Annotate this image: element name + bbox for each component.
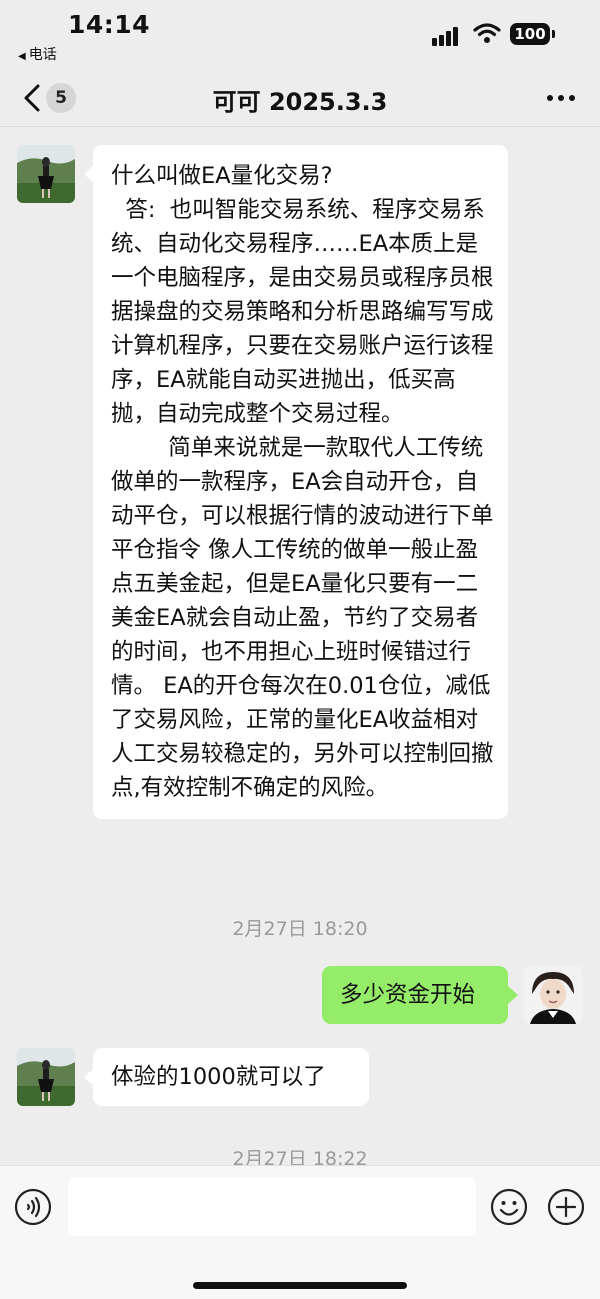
message-bubble-outgoing[interactable]: 多少资金开始 [322, 966, 508, 1024]
contact-avatar[interactable] [17, 145, 75, 203]
chat-title: 可可 2025.3.3 [212, 88, 388, 116]
message-text: 什么叫做EA量化交易? 答: 也叫智能交易系统、程序交易系统、自动化交易程序……… [111, 163, 494, 801]
wifi-icon [473, 23, 501, 43]
cellular-signal-icon [432, 26, 462, 46]
back-to-app-link[interactable]: ◀ 电话 [18, 44, 57, 64]
emoji-icon[interactable] [490, 1188, 528, 1226]
battery-nub [552, 30, 555, 38]
back-app-label: 电话 [28, 47, 57, 63]
message-bubble-incoming[interactable]: 什么叫做EA量化交易? 答: 也叫智能交易系统、程序交易系统、自动化交易程序……… [93, 145, 508, 819]
message-bubble-incoming[interactable]: 体验的1000就可以了 [93, 1048, 369, 1106]
back-triangle-icon: ◀ [18, 51, 26, 62]
plus-icon[interactable] [547, 1188, 585, 1226]
status-bar: 14:14 ◀ 电话 100 [0, 0, 600, 70]
contact-avatar[interactable] [17, 1048, 75, 1106]
home-indicator [193, 1282, 407, 1289]
voice-icon[interactable] [14, 1188, 52, 1226]
status-time: 14:14 [68, 10, 151, 39]
message-timestamp: 2月27日 18:20 [232, 918, 368, 940]
chat-header: 5 可可 2025.3.3 [0, 70, 600, 127]
user-avatar[interactable] [524, 966, 582, 1024]
bubble-tail [508, 986, 518, 1004]
chat-input-bar [0, 1165, 600, 1299]
battery-icon: 100 [510, 23, 550, 45]
message-text: 体验的1000就可以了 [111, 1064, 326, 1090]
message-text: 多少资金开始 [340, 982, 476, 1008]
message-input[interactable] [68, 1178, 476, 1236]
more-dots-icon[interactable] [543, 84, 579, 112]
